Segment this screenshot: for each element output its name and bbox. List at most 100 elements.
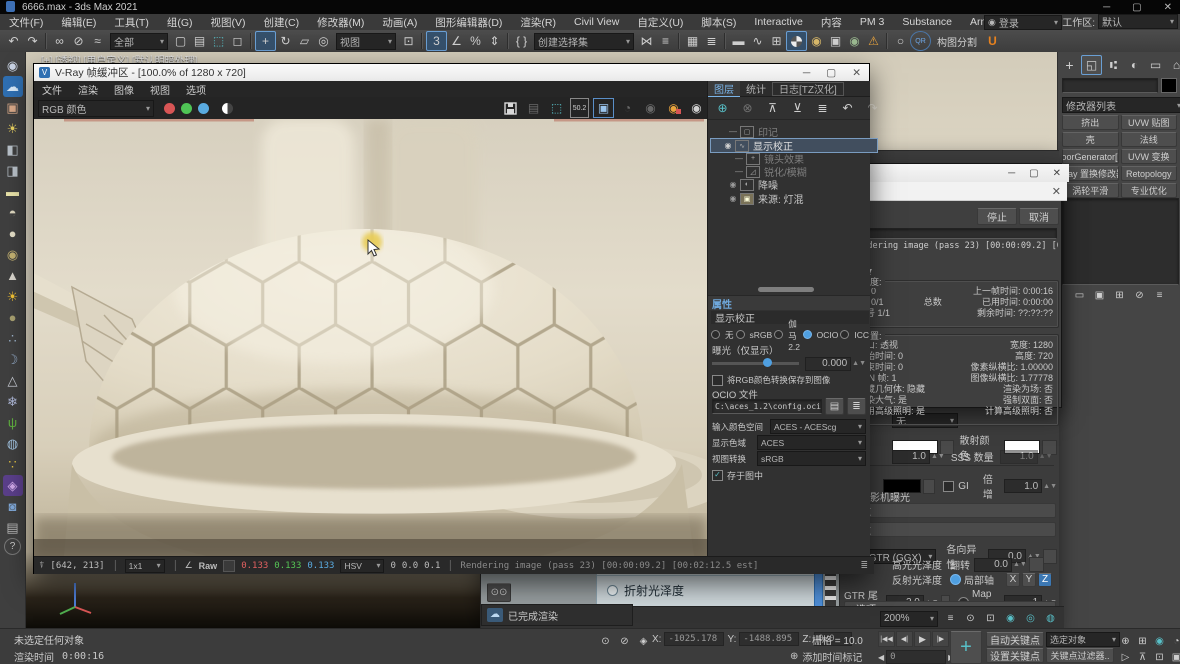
layer-row-denoise[interactable]: ◉◐降噪	[710, 178, 882, 191]
channel-dropdown[interactable]: RGB 颜色▾	[38, 100, 154, 117]
browse-folder-icon[interactable]: ▤	[825, 398, 844, 415]
object-name-field[interactable]	[1062, 78, 1158, 93]
vfb-menu-file[interactable]: 文件	[34, 82, 70, 97]
set-key-big-button[interactable]: +	[950, 631, 982, 664]
time-tag[interactable]: ⊕ 添加时间标记	[790, 649, 862, 664]
ocio-path-field[interactable]: C:\aces_1.2\config.ocio	[712, 399, 822, 414]
dome-icon[interactable]: ◓	[3, 202, 23, 223]
sun-icon[interactable]: ☀	[3, 286, 23, 307]
color-picker-icon[interactable]: ∠	[185, 560, 193, 571]
embed-checkbox[interactable]: ✓	[712, 470, 723, 481]
mirror-icon[interactable]: ⋈	[637, 32, 656, 50]
menu-civil-view[interactable]: Civil View	[565, 16, 628, 28]
tab-create-icon[interactable]: +	[1060, 56, 1079, 74]
green-channel-icon[interactable]	[181, 103, 192, 114]
bind-to-space-warp-icon[interactable]: ≈	[88, 32, 107, 50]
menu-content[interactable]: 内容	[812, 15, 851, 30]
exposure-spinner[interactable]: 0.000▲▼	[805, 357, 866, 371]
arnold-render-icon[interactable]: ○	[891, 32, 910, 50]
save-image-icon[interactable]	[501, 99, 520, 117]
display-gamut-dropdown[interactable]: ACES▾	[757, 435, 866, 450]
dialog-minimize-button[interactable]: ─	[1008, 168, 1015, 179]
render-complete-toast[interactable]: ☁ 已完成渲染	[481, 604, 633, 626]
hsv-dropdown[interactable]: HSV▾	[340, 559, 384, 573]
render-teapot-icon[interactable]: ◉	[3, 55, 23, 76]
cone-icon[interactable]: ▲	[3, 265, 23, 286]
sphere-frame-icon[interactable]: ◙	[3, 496, 23, 517]
plane-icon[interactable]: ▬	[3, 181, 23, 202]
composition-split-label[interactable]: 构图分割	[937, 34, 977, 49]
menu-scripting[interactable]: 脚本(S)	[692, 15, 745, 30]
load-layers-icon[interactable]: ⊻	[788, 99, 807, 117]
angle-snap-icon[interactable]: ∠	[447, 32, 466, 50]
params-rollup-2[interactable]: 参数	[844, 522, 1056, 537]
input-space-dropdown[interactable]: ACES - ACEScg▾	[770, 419, 866, 434]
clipboard-icon[interactable]: ▤	[3, 517, 23, 538]
modifier-uvw-map-button[interactable]: UVW 贴图	[1121, 115, 1178, 130]
vfb-menu-view[interactable]: 视图	[142, 82, 178, 97]
viewport-label[interactable]: [+] [透视] [用户定义] [默认明暗处理]	[41, 52, 341, 63]
pan-icon[interactable]: ⊡	[1152, 648, 1167, 664]
modifier-list-dropdown[interactable]: 修改器列表▾	[1062, 97, 1180, 113]
menu-edit[interactable]: 编辑(E)	[52, 15, 105, 30]
pin-stack-icon[interactable]: ▭	[1072, 286, 1087, 304]
zoom-selected-icon[interactable]: ◎	[1023, 610, 1038, 628]
make-unique-icon[interactable]: ⊞	[1112, 286, 1127, 304]
vray-cloud-icon[interactable]: ☁	[3, 76, 23, 97]
save-layers-icon[interactable]: ⊼	[763, 99, 782, 117]
tab-stats[interactable]: 统计	[740, 81, 772, 96]
slider-handle[interactable]	[763, 358, 772, 367]
rotation-spinner[interactable]: 0.0▲▼	[974, 558, 1027, 572]
modifier-turbosmooth-button[interactable]: 涡轮平滑	[1062, 183, 1119, 198]
show-region-frame-icon[interactable]: ▣	[593, 98, 614, 118]
layer-list-icon[interactable]: ≣	[813, 99, 832, 117]
pixel-zoom-dropdown[interactable]: 1x1▾	[125, 559, 165, 573]
modifier-floorgenerator-button[interactable]: FloorGenerator[汉	[1062, 149, 1119, 164]
layout-all-icon[interactable]: ◍	[1043, 610, 1058, 628]
editor-zoom-dropdown[interactable]: 200%▾	[880, 611, 938, 627]
delete-layer-icon[interactable]: ⊗	[738, 99, 757, 117]
scene-explorer-icon[interactable]: ▦	[683, 32, 702, 50]
glass-sphere-icon[interactable]: ◍	[3, 433, 23, 454]
minimize-button[interactable]: ─	[1103, 2, 1110, 13]
prev-frame-button[interactable]: ◀|	[896, 631, 913, 647]
named-selection-dropdown[interactable]: 创建选择集▾	[534, 33, 634, 50]
select-by-name-icon[interactable]: ▤	[190, 32, 209, 50]
vfb-close-button[interactable]: ✕	[852, 67, 861, 79]
layer-row-sharpen-blur[interactable]: —◿锐化/模糊	[710, 165, 888, 178]
region-render-icon[interactable]: ⬚	[547, 99, 566, 117]
y-coordinate-field[interactable]: -1488.895	[739, 632, 799, 646]
fog-multiplier-spinner[interactable]: 1.0▲▼	[892, 450, 945, 464]
sphere-icon[interactable]: ●	[3, 223, 23, 244]
radio-none[interactable]	[711, 330, 720, 339]
menu-substance[interactable]: Substance	[893, 16, 961, 28]
select-and-rotate-icon[interactable]: ↻	[276, 32, 295, 50]
menu-animation[interactable]: 动画(A)	[373, 15, 426, 30]
menu-customize[interactable]: 自定义(U)	[628, 15, 692, 30]
coord-mode-icon[interactable]: ◈	[636, 632, 651, 650]
vfb-menu-render[interactable]: 渲染	[70, 82, 106, 97]
redo-correction-icon[interactable]: ↷	[863, 99, 882, 117]
next-frame-button[interactable]: |▶	[932, 631, 949, 647]
local-axis-radio[interactable]	[950, 574, 961, 585]
axis-y-button[interactable]: Y	[1022, 573, 1036, 587]
menu-rendering[interactable]: 渲染(R)	[511, 15, 565, 30]
modifier-shell-button[interactable]: 壳	[1062, 132, 1119, 147]
percent-snap-icon[interactable]: %	[466, 32, 485, 50]
pixel-pin-icon[interactable]: ⍒	[39, 560, 44, 571]
ocio-list-icon[interactable]: ≣	[847, 398, 866, 415]
render-production-icon[interactable]: ◉	[845, 32, 864, 50]
menu-group[interactable]: 组(G)	[158, 15, 202, 30]
snap-toggle-3d-icon[interactable]: 3	[426, 31, 447, 51]
layer-row-stamp[interactable]: —▢印记	[710, 125, 882, 138]
reference-coordinate-dropdown[interactable]: 视图▾	[336, 33, 396, 50]
cancel-button[interactable]: 取消	[1019, 208, 1059, 225]
x-coordinate-field[interactable]: -1025.178	[664, 632, 724, 646]
maximize-button[interactable]: ▢	[1132, 2, 1141, 13]
light-bulb-icon[interactable]: ☀	[3, 118, 23, 139]
curve-editor-icon[interactable]: ∿	[748, 32, 767, 50]
show-end-result-icon[interactable]: ▣	[1092, 286, 1107, 304]
rotation-map-button[interactable]	[1029, 557, 1044, 572]
camera-icon[interactable]: ◧	[3, 139, 23, 160]
vfb-maximize-button[interactable]: ▢	[826, 67, 836, 79]
